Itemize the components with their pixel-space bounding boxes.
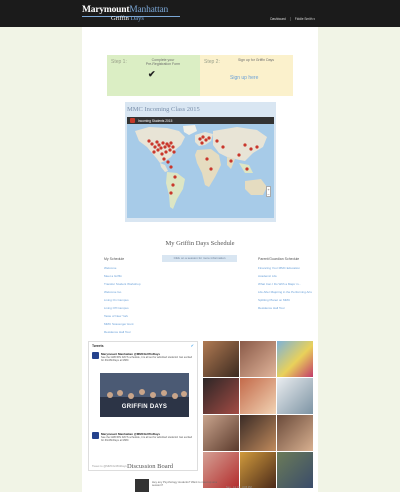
schedule-item[interactable]: Living On Campus [104,298,141,302]
parent-schedule-item[interactable]: Splitting Planet on MMC [258,298,312,302]
map-zoom-control[interactable]: + − [266,186,271,197]
discussion-post-text: Hey any Psychology students? Want to mee… [152,480,217,488]
tweet-text: See the GRIFFIN DAYS schedule, it is all… [101,436,193,443]
logo-title: MarymountManhattan [82,5,169,15]
schedule-item[interactable]: Welcome Go [104,290,141,294]
parent-schedule-item[interactable]: Academic Life [258,274,312,278]
session-info-hint: Click on a session for more information [162,255,237,262]
registration-steps: Step 1: Complete your Pre-Registration F… [107,55,293,96]
crowd-photo-graphic [100,373,189,417]
main-content: Step 1: Complete your Pre-Registration F… [82,27,318,492]
schedule-item[interactable]: Welcome [104,266,141,270]
parent-schedule-column: Parent/Guardian Schedule Financing Your … [258,257,312,314]
parent-schedule-item[interactable]: What Can I Do With a Major in... [258,282,312,286]
tweet-text: See the GRIFFIN DAYS schedule, it is all… [101,356,193,363]
parent-schedule-header: Parent/Guardian Schedule [258,257,300,261]
photo-thumbnail[interactable] [203,415,239,451]
world-map[interactable]: Incoming Students 2015 + − [127,117,274,218]
photo-thumbnail[interactable] [240,341,276,377]
tweets-header: Tweets [92,344,104,348]
world-map-graphic [127,117,274,218]
checkmark-icon: ✔ [148,69,156,79]
photo-thumbnail[interactable] [277,378,313,414]
step-1-description: Complete your Pre-Registration Form [145,58,181,66]
step-2-label: Step 2: [204,59,220,65]
map-title: MMC Incoming Class 2015 [127,106,200,113]
tweet-image[interactable]: GRIFFIN DAYS [100,373,189,417]
step-2-panel: Step 2: Sign up for Griffin Days Sign up… [200,55,293,96]
schedule-item[interactable]: Taste of New York [104,314,141,318]
tweet-compose-link[interactable]: Tweet to @MMCGriffinDays [92,464,127,468]
photo-thumbnail[interactable] [240,415,276,451]
discussion-board-title: Discussion Board [127,463,174,470]
logo-subtitle: Griffin Days [111,15,144,22]
avatar[interactable] [135,479,149,492]
schedule-item[interactable]: Residence Hall Tour [104,330,141,334]
parent-schedule-item[interactable]: Residence Hall Tour [258,306,312,310]
avatar[interactable] [92,432,99,439]
twitter-bird-icon[interactable]: ✔ [191,343,194,348]
photo-thumbnail[interactable] [203,378,239,414]
photo-thumbnail[interactable] [240,378,276,414]
avatar[interactable] [92,352,99,359]
step-2-description: Sign up for Griffin Days [237,58,275,62]
parent-schedule-item[interactable]: Life After Majoring in the Performing Ar… [258,290,312,294]
schedule-item[interactable]: MMC Scavenger Hunt [104,322,141,326]
twitter-feed: Tweets ✔ Marymount Manhattan @MMCGriffin… [88,341,198,471]
incoming-class-map-panel: MMC Incoming Class 2015 Incoming Student… [125,102,276,222]
app-window: MarymountManhattan Griffin Days Dashboar… [0,0,400,492]
nav-links: Dashboard Fiddle Smith ▾ [266,17,319,21]
map-toolbar: Incoming Students 2015 [127,117,274,124]
photo-thumbnail[interactable] [277,415,313,451]
schedule-title: My Griffin Days Schedule [165,240,235,247]
photo-thumbnail[interactable] [203,341,239,377]
sign-up-link[interactable]: Sign up here [230,75,258,81]
marymount-manhattan-logo[interactable]: MarymountManhattan Griffin Days [82,5,192,25]
my-schedule-header: My Schedule [104,257,125,261]
photo-thumbnail[interactable] [277,452,313,488]
tweet-image-caption: GRIFFIN DAYS [121,404,168,410]
photo-thumbnail[interactable] [277,341,313,377]
schedule-item[interactable]: Living Off Campus [104,306,141,310]
map-toolbar-title: Incoming Students 2015 [138,118,173,123]
discussion-post-meta: Sep · Jul 15 · 3:05 PM [226,486,252,489]
nav-user-menu[interactable]: Fiddle Smith ▾ [289,17,319,21]
my-schedule-column: My Schedule Welcome Meet a Griffin Trans… [104,257,141,338]
step-1-panel: Step 1: Complete your Pre-Registration F… [107,55,200,96]
photo-thumbnail[interactable] [240,452,276,488]
top-navigation-bar: MarymountManhattan Griffin Days Dashboar… [0,0,400,27]
nav-dashboard-link[interactable]: Dashboard [266,17,290,21]
parent-schedule-item[interactable]: Financing Your MMC Education [258,266,312,270]
instagram-photo-grid [203,341,313,488]
schedule-item[interactable]: Meet a Griffin [104,274,141,278]
step-1-label: Step 1: [111,59,127,65]
schedule-item[interactable]: Transfer Student Workshop [104,282,141,286]
map-layer-icon [130,118,135,123]
